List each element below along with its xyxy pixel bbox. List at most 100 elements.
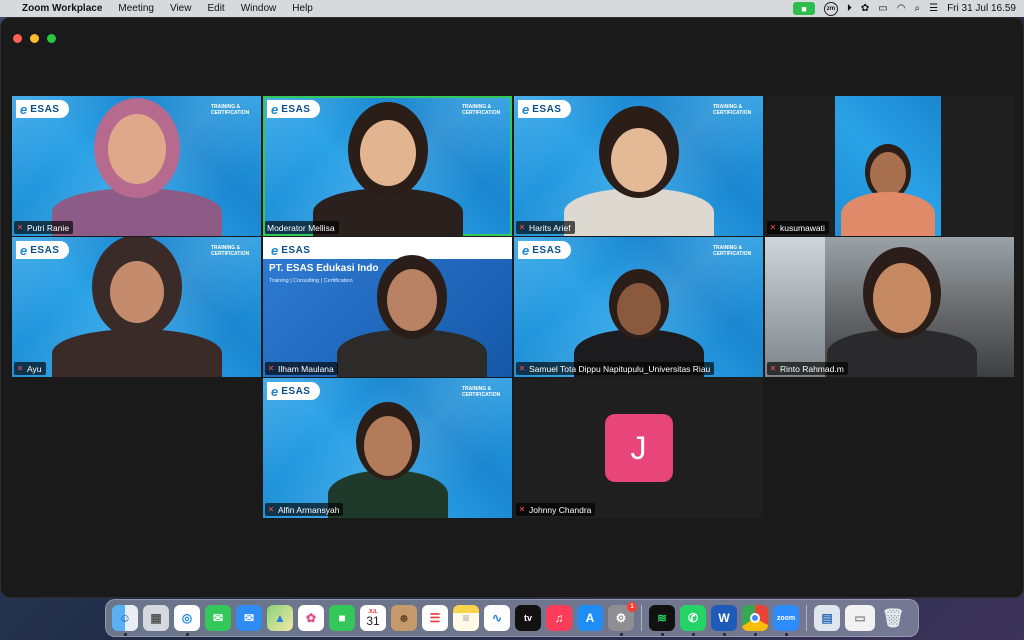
avatar: J [604, 414, 673, 482]
menu-help[interactable]: Help [292, 3, 313, 14]
participant-name-tag: ✕ Samuel Tota Dippu Napitupulu_Universita… [516, 362, 715, 375]
menu-view[interactable]: View [170, 3, 192, 14]
notes-icon[interactable]: ≡ [453, 605, 479, 631]
esas-logo: e ESAS [267, 241, 321, 259]
video-tile-harits-arief[interactable]: e ESAS TRAINING & CERTIFICATION ✕ Harits A… [514, 96, 763, 236]
zoom-label: zoom [776, 614, 796, 622]
mic-muted-icon: ✕ [518, 505, 526, 514]
mic-muted-icon: ✕ [769, 223, 777, 232]
participant-name-tag: ✕ Putri Ranie [14, 221, 74, 234]
messages-icon[interactable]: ✉ [205, 605, 231, 631]
participant-name-tag: ✕ kusumawati [767, 221, 829, 234]
downloads-folder-icon[interactable]: ▤ [814, 605, 840, 631]
participant-name-tag: ✕ Harits Arief [516, 221, 575, 234]
system-settings-icon[interactable]: ⚙ 1 [608, 602, 637, 636]
launchpad-icon[interactable]: ▦ [143, 605, 169, 631]
music-icon[interactable]: ♫ [546, 605, 572, 631]
menu-bar: Zoom Workplace Meeting View Edit Window … [0, 0, 1024, 17]
participant-name-tag: ✕ Rinto Rahmad.m [767, 362, 848, 375]
zoom-icon[interactable]: zoom [773, 605, 799, 636]
mic-muted-icon: ✕ [518, 223, 526, 232]
app-store-icon[interactable]: A [577, 605, 603, 631]
mic-muted-icon: ✕ [267, 364, 275, 373]
video-tile-putri-ranie[interactable]: e ESAS TRAINING & CERTIFICATION ✕ Putri Ra… [12, 96, 261, 236]
mail-icon[interactable]: ✉ [236, 605, 262, 631]
participant-video [573, 269, 704, 377]
participant-name-tag: ✕ Ilham Maulana [265, 362, 338, 375]
participant-name-tag: Moderator Mellisa [265, 221, 339, 234]
microsoft-word-icon[interactable]: W [711, 605, 737, 636]
mic-muted-icon: ✕ [769, 364, 777, 373]
mic-muted-icon: ✕ [16, 223, 24, 232]
menu-edit[interactable]: Edit [207, 3, 224, 14]
trash-icon[interactable]: 🗑 [880, 605, 906, 631]
play-status-icon[interactable]: ⏵ [847, 3, 852, 14]
mic-muted-icon: ✕ [16, 364, 24, 373]
reminders-icon[interactable]: ☰ [422, 605, 448, 631]
menu-window[interactable]: Window [241, 3, 277, 14]
video-tile-rinto-rahmad[interactable]: ✕ Rinto Rahmad.m [765, 237, 1014, 377]
video-tile-kusumawati[interactable]: ✕ kusumawati [765, 96, 1014, 236]
spotify-icon[interactable]: ≋ [649, 605, 675, 636]
minimize-window-button[interactable] [30, 34, 39, 43]
dock-separator [641, 605, 642, 631]
esas-logo: e ESAS [267, 382, 321, 400]
participant-video [51, 98, 222, 236]
paw-status-icon[interactable]: ✿ [861, 3, 869, 14]
esas-logo: e ESAS [518, 241, 572, 259]
facetime-icon[interactable]: ■ [329, 605, 355, 631]
finder-icon[interactable]: ☺ [112, 605, 138, 636]
tv-label: tv [523, 613, 532, 623]
dock-separator [806, 605, 807, 631]
zoom-meeting-window: e ESAS TRAINING & CERTIFICATION ✕ Putri Ra… [0, 17, 1024, 598]
video-tile-ayu[interactable]: e ESAS TRAINING & CERTIFICATION ✕ Ayu [12, 237, 261, 377]
training-certification-label: TRAINING & CERTIFICATION [713, 104, 752, 116]
apple-tv-icon[interactable]: tv [515, 605, 541, 631]
video-tile-samuel-tota[interactable]: e ESAS TRAINING & CERTIFICATION ✕ Samuel T… [514, 237, 763, 377]
participant-video [327, 402, 448, 518]
calendar-day: 31 [366, 614, 380, 628]
zoom-video-tray-icon[interactable]: ■ [792, 2, 815, 15]
maps-icon[interactable]: ▲ [267, 605, 293, 631]
training-certification-label: TRAINING & CERTIFICATION [713, 245, 752, 257]
mic-muted-icon: ✕ [518, 364, 526, 373]
safari-icon[interactable]: ◎ [174, 605, 200, 636]
training-certification-label: TRAINING & CERTIFICATION [462, 104, 501, 116]
participant-name-tag: ✕ Alfin Armansyah [265, 503, 344, 516]
window-controls [13, 34, 56, 43]
participant-video [835, 96, 941, 236]
maximize-window-button[interactable] [47, 34, 56, 43]
whatsapp-icon[interactable]: ✆ [680, 605, 706, 636]
recent-document-icon[interactable]: ▭ [845, 605, 875, 631]
search-icon[interactable]: ⌕ [914, 3, 920, 14]
participant-name-tag: ✕ Johnny Chandra [516, 503, 596, 516]
contacts-icon[interactable]: ☻ [391, 605, 417, 631]
car-window [765, 237, 825, 377]
participant-video [312, 102, 463, 236]
participant-video [51, 237, 222, 377]
participant-video [337, 255, 488, 377]
control-center-icon[interactable]: ☰ [929, 3, 938, 14]
close-window-button[interactable] [13, 34, 22, 43]
video-tile-ilham-maulana[interactable]: PT. ESAS Edukasi Indo Training | Consult… [263, 237, 512, 377]
participant-video [826, 247, 977, 377]
battery-icon[interactable]: ▭ [878, 3, 887, 14]
menubar-clock[interactable]: Fri 31 Jul 16.59 [947, 3, 1016, 14]
zm-status-icon[interactable]: zm [823, 1, 838, 16]
calendar-icon[interactable]: JUL 31 [360, 605, 386, 631]
photos-icon[interactable]: ✿ [298, 605, 324, 631]
video-tile-moderator-mellisa[interactable]: e ESAS TRAINING & CERTIFICATION Moderator… [263, 96, 512, 236]
menu-app-name[interactable]: Zoom Workplace [22, 3, 102, 14]
video-tile-alfin-armansyah[interactable]: e ESAS TRAINING & CERTIFICATION ✕ Alfin Ar… [263, 378, 512, 518]
notification-badge: 1 [627, 602, 637, 612]
participant-video [563, 106, 714, 236]
freeform-icon[interactable]: ∿ [484, 605, 510, 631]
chrome-icon[interactable] [742, 605, 768, 636]
wifi-icon[interactable]: ◠ [897, 3, 906, 14]
dock: ☺ ▦ ◎ ✉ ✉ ▲ ✿ ■ JUL 31 ☻ ☰ ≡ ∿ tv ♫ A ⚙ 1… [105, 599, 919, 637]
participant-name-tag: ✕ Ayu [14, 362, 46, 375]
menu-meeting[interactable]: Meeting [118, 3, 154, 14]
training-certification-label: TRAINING & CERTIFICATION [462, 386, 501, 398]
video-tile-johnny-chandra[interactable]: J ✕ Johnny Chandra [514, 378, 763, 518]
mic-muted-icon: ✕ [267, 505, 275, 514]
